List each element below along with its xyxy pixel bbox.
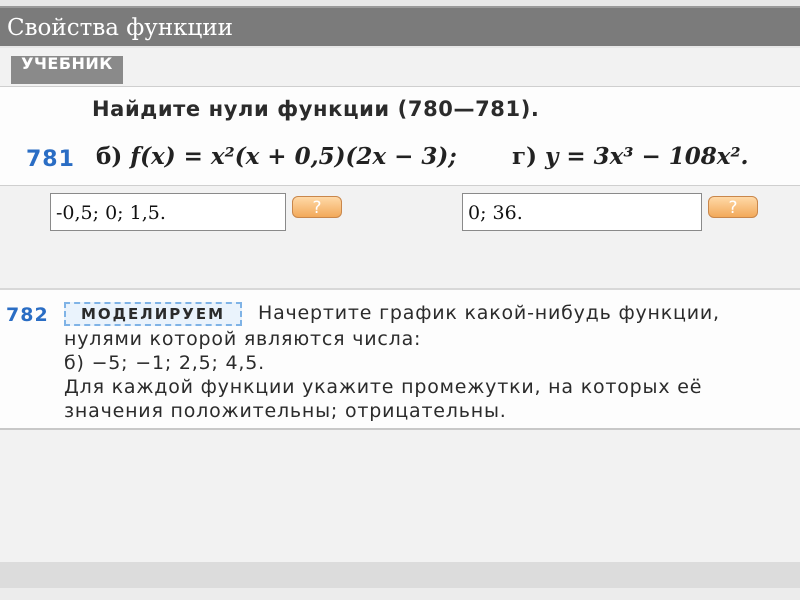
bottom-strip-lower — [0, 588, 800, 600]
modeling-tag: МОДЕЛИРУЕМ — [64, 302, 242, 326]
formula-g-label: г) — [512, 143, 537, 170]
formula-b-expression: f(x) = x²(x + 0,5)(2x − 3); — [130, 143, 457, 170]
answer-field-g[interactable]: 0; 36. — [462, 193, 702, 231]
task-heading: Найдите нули функции (780—781). — [92, 97, 540, 121]
formula-g-expression: y = 3x³ − 108x². — [545, 143, 749, 170]
hint-button-g[interactable]: ? — [708, 196, 758, 218]
task-782-line-2: нулями которой являются числа: — [64, 328, 422, 350]
formula-g: г) y = 3x³ − 108x². — [512, 143, 749, 170]
answer-field-b[interactable]: -0,5; 0; 1,5. — [50, 193, 286, 231]
task-782-panel: 782 МОДЕЛИРУЕМ Начертите график какой-ни… — [0, 288, 800, 430]
task-number-782: 782 — [6, 304, 49, 326]
formula-b: б) f(x) = x²(x + 0,5)(2x − 3); — [96, 143, 457, 170]
hint-button-b[interactable]: ? — [292, 196, 342, 218]
bottom-strip — [0, 562, 800, 588]
formula-b-label: б) — [96, 143, 123, 170]
task-782-line-1: Начертите график какой-нибудь функции, — [258, 302, 720, 324]
task-number-781: 781 — [26, 147, 75, 172]
task-782-line-3: б) −5; −1; 2,5; 4,5. — [64, 352, 265, 374]
task-781-panel: Найдите нули функции (780—781). 781 б) f… — [0, 86, 800, 186]
textbook-badge: УЧЕБНИК — [11, 56, 123, 84]
task-782-line-4: Для каждой функции укажите промежутки, н… — [64, 376, 703, 398]
slide-title: Свойства функции — [0, 6, 800, 46]
task-782-line-5: значения положительны; отрицательны. — [64, 400, 507, 422]
